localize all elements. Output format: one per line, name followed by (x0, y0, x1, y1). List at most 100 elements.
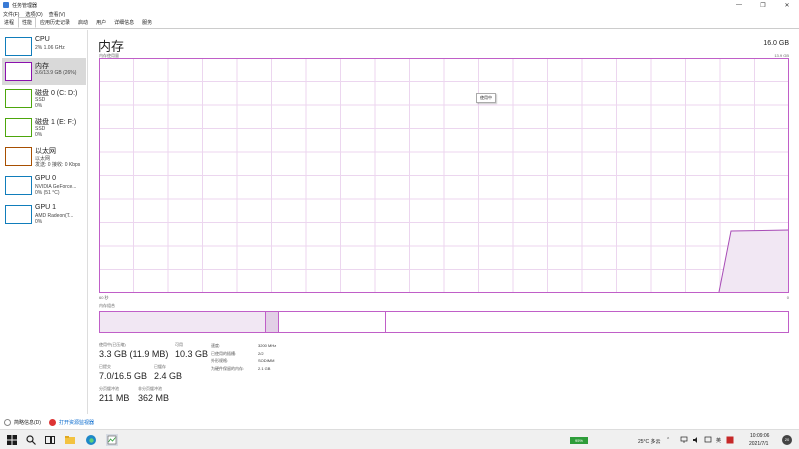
stat-label: 已提交 (99, 364, 111, 369)
memory-composition-label: 内存组合 (99, 303, 115, 308)
sidebar-item-usage: 0% (51 °C) (35, 190, 60, 196)
chart-tooltip: 使用中 (476, 93, 496, 103)
detail-value-form-factor: SODIMM (258, 358, 275, 363)
stat-cached: 已缓存 2.4 GB (154, 364, 182, 381)
tab-users[interactable]: 用户 (92, 17, 110, 28)
sidebar-item-gpu0[interactable]: GPU 0 NVIDIA GeForce... 0% (51 °C) (2, 172, 86, 199)
network-icon[interactable] (680, 436, 688, 444)
total-memory: 16.0 GB (763, 40, 789, 47)
task-manager-taskbar-icon[interactable] (106, 434, 118, 446)
sidebar-item-usage: 0% (35, 103, 43, 109)
detail-value-speed: 3200 MHz (258, 343, 277, 348)
tab-details[interactable]: 详细信息 (110, 17, 138, 28)
stat-label: 已缓存 (154, 364, 166, 369)
tab-startup[interactable]: 启动 (74, 17, 92, 28)
battery-indicator[interactable]: 95% (570, 437, 588, 444)
memory-graph-thumbnail (5, 62, 32, 81)
stat-label: 使用中(已压缩) (99, 342, 126, 347)
sidebar-item-detail: 3.6/13.9 GB (26%) (35, 70, 77, 76)
chart-zero-label: 0 (786, 295, 789, 300)
search-icon[interactable] (25, 434, 37, 446)
gpu-graph-thumbnail (5, 205, 32, 224)
stat-label: 非分页缓冲池 (138, 386, 162, 391)
maximize-button[interactable]: ❐ (751, 0, 775, 10)
composition-standby[interactable] (279, 312, 386, 332)
detail-label-speed: 速度: (211, 343, 221, 348)
stat-in-use: 使用中(已压缩) 3.3 GB (11.9 MB) (99, 342, 168, 359)
memory-composition-bar (99, 311, 789, 333)
title-bar: 任务管理器 — ❐ ✕ (0, 0, 799, 10)
stat-value: 2.4 GB (154, 371, 183, 381)
footer-bar: 简略信息(D) 打开资源监视器 (0, 416, 799, 429)
clock-time[interactable]: 10:09:06 (750, 433, 769, 439)
stat-available: 可用 10.3 GB (175, 342, 208, 359)
close-button[interactable]: ✕ (775, 0, 799, 10)
detail-value-slots: 2/2 (258, 350, 264, 356)
stat-committed: 已提交 7.0/16.5 GB (99, 364, 147, 381)
volume-icon[interactable] (692, 436, 700, 444)
tab-services[interactable]: 服务 (138, 17, 156, 28)
chart-grid (99, 58, 789, 293)
file-explorer-icon[interactable] (64, 434, 76, 446)
sidebar-item-usage: 发送: 0 接收: 0 Kbps (35, 162, 81, 168)
sidebar-item-gpu1[interactable]: GPU 1 AMD Radeon(T... 0% (2, 201, 86, 228)
tab-app-history[interactable]: 应用历史记录 (36, 17, 74, 28)
gpu-graph-thumbnail (5, 176, 32, 195)
composition-free[interactable] (386, 312, 788, 332)
composition-modified[interactable] (266, 312, 279, 332)
detail-value-hardware-reserved: 2.1 GB (258, 365, 271, 371)
minimize-button[interactable]: — (727, 0, 751, 10)
window-controls: — ❐ ✕ (727, 0, 799, 10)
sidebar-item-memory[interactable]: 内存 3.6/13.9 GB (26%) (2, 58, 86, 85)
cpu-graph-thumbnail (5, 37, 32, 56)
stat-value: 211 MB (99, 393, 130, 403)
clock-date[interactable]: 2021/7/1 (749, 441, 768, 447)
open-resource-monitor-link[interactable]: 打开资源监视器 (59, 419, 94, 426)
windows-start-icon[interactable] (6, 434, 18, 446)
fewer-details-link[interactable]: 简略信息(D) (14, 419, 41, 426)
composition-in-use[interactable] (100, 312, 266, 332)
edge-browser-icon[interactable] (85, 434, 97, 446)
sidebar-item-usage: 0% (35, 219, 43, 225)
taskbar: 95% 25°C 多云 ⌃ 英 10:09:06 2021/7/1 20 (0, 429, 799, 449)
stat-label: 分页缓冲池 (99, 386, 119, 391)
memory-usage-chart (99, 58, 789, 293)
resource-monitor-icon (48, 419, 56, 426)
disk-graph-thumbnail (5, 118, 32, 137)
detail-label-slots: 已使用的插槽: (211, 350, 237, 356)
stat-label: 可用 (175, 342, 183, 347)
sidebar-item-disk1[interactable]: 磁盘 1 (E: F:) SSD 0% (2, 114, 86, 141)
sidebar-item-detail: 2% 1.06 GHz (35, 45, 65, 51)
stat-paged-pool: 分页缓冲池 211 MB (99, 386, 129, 403)
tab-processes[interactable]: 进程 (0, 17, 18, 28)
task-view-icon[interactable] (44, 434, 56, 446)
stat-value: 10.3 GB (175, 349, 209, 359)
app-tray-icon[interactable] (726, 436, 734, 444)
chart-time-span-label: 60 秒 (99, 295, 109, 300)
window-title: 任务管理器 (12, 2, 38, 9)
display-icon[interactable] (704, 436, 712, 444)
tab-bar: 进程 性能 应用历史记录 启动 用户 详细信息 服务 (0, 17, 799, 29)
task-manager-icon (3, 2, 9, 8)
disk-graph-thumbnail (5, 89, 32, 108)
sidebar-item-usage: 0% (35, 132, 43, 138)
memory-detail-labels: 速度: 已使用的插槽: 外形规格: 为硬件保留的内存: (211, 342, 244, 372)
notification-badge[interactable]: 20 (782, 435, 792, 445)
tab-performance[interactable]: 性能 (18, 17, 37, 28)
collapse-icon[interactable] (4, 419, 11, 426)
ethernet-graph-thumbnail (5, 147, 32, 166)
sidebar-item-cpu[interactable]: CPU 2% 1.06 GHz (2, 33, 86, 60)
input-method-indicator[interactable]: 英 (716, 437, 721, 444)
stat-value: 7.0/16.5 GB (99, 371, 148, 381)
sidebar-item-ethernet[interactable]: 以太网 以太网 发送: 0 接收: 0 Kbps (2, 143, 86, 170)
memory-detail-values: 3200 MHz 2/2 SODIMM 2.1 GB (258, 342, 276, 372)
stat-value: 3.3 GB (11.9 MB) (99, 349, 169, 359)
sidebar-item-disk0[interactable]: 磁盘 0 (C: D:) SSD 0% (2, 85, 86, 112)
chevron-up-icon[interactable]: ⌃ (666, 437, 670, 443)
sidebar-item-label: GPU 1 (35, 204, 57, 211)
sidebar-item-label: CPU (35, 36, 50, 43)
weather-widget[interactable]: 25°C 多云 (638, 438, 661, 445)
detail-label-form-factor: 外形规格: (211, 358, 229, 363)
stat-value: 362 MB (138, 393, 170, 403)
sidebar-item-label: GPU 0 (35, 175, 57, 182)
